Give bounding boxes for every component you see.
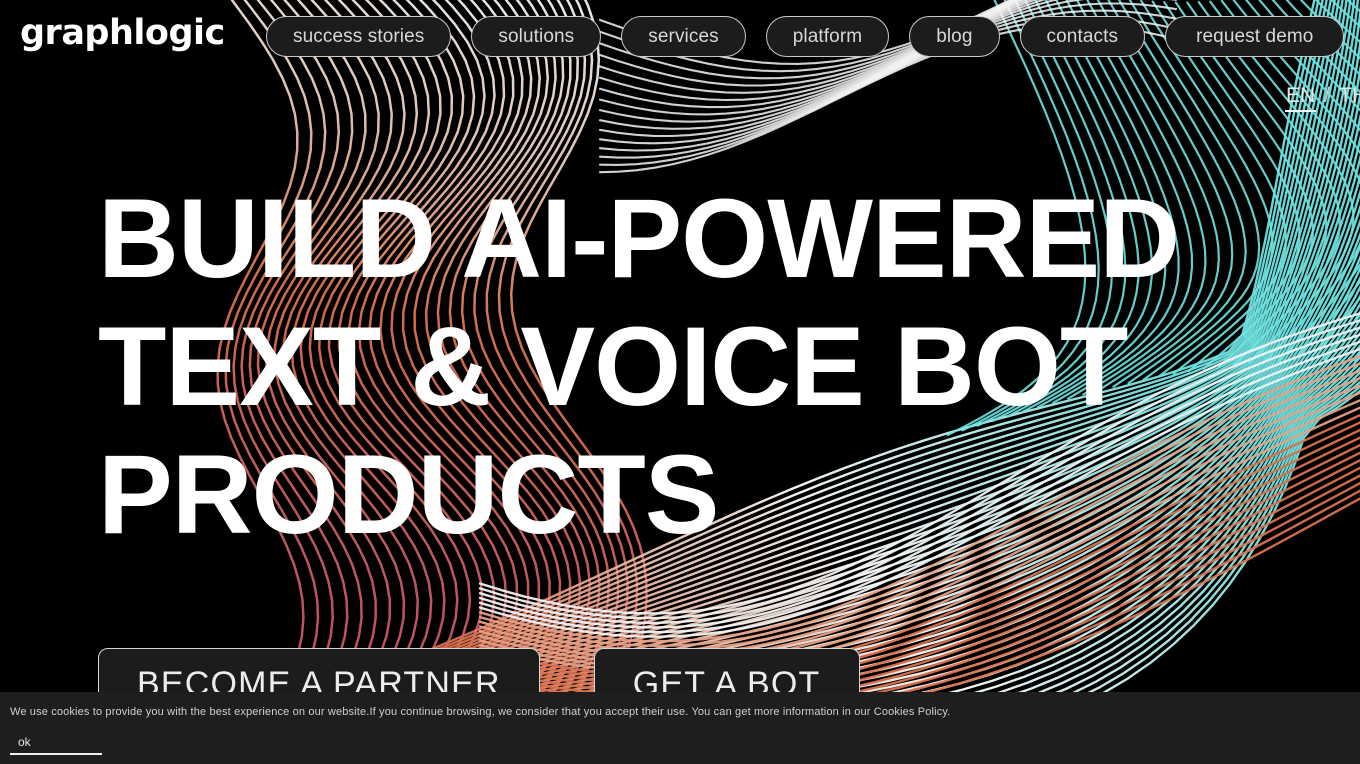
hero-title-line-3: PRODUCTS xyxy=(98,432,719,557)
cookie-accept-wrapper[interactable]: ok xyxy=(10,735,102,755)
language-separator: / xyxy=(1324,84,1330,107)
cookie-message: We use cookies to provide you with the b… xyxy=(10,706,951,718)
nav-blog[interactable]: blog xyxy=(909,16,1000,57)
nav-services[interactable]: services xyxy=(621,16,746,57)
hero-title-line-2: TEXT & VOICE BOT xyxy=(98,304,1128,429)
brand-logo[interactable]: graphlogic xyxy=(20,14,225,52)
nav-label: solutions xyxy=(498,26,575,47)
hero-title-line-1: BUILD AI-POWERED xyxy=(98,176,1180,301)
nav-label: platform xyxy=(792,26,863,47)
hero-title: BUILD AI-POWERED TEXT & VOICE BOT PRODUC… xyxy=(98,175,1278,559)
cookie-accept-underline xyxy=(10,753,102,755)
hero-section: BUILD AI-POWERED TEXT & VOICE BOT PRODUC… xyxy=(0,0,1360,764)
site-header: graphlogic success stories solutions ser… xyxy=(0,0,1360,74)
language-option-th[interactable]: TH xyxy=(1338,84,1360,108)
nav-label: request demo xyxy=(1196,26,1314,47)
nav-platform[interactable]: platform xyxy=(765,16,890,57)
nav-contacts[interactable]: contacts xyxy=(1019,16,1146,57)
nav-label: blog xyxy=(936,26,973,47)
nav-label: services xyxy=(648,26,719,47)
primary-navigation: success stories solutions services platf… xyxy=(266,16,1345,57)
cookie-consent-banner: We use cookies to provide you with the b… xyxy=(0,692,1360,764)
language-option-en[interactable]: EN xyxy=(1284,84,1317,112)
language-switcher: EN / TH xyxy=(1284,84,1360,112)
nav-request-demo[interactable]: request demo xyxy=(1165,16,1345,57)
nav-label: contacts xyxy=(1046,26,1119,47)
nav-success-stories[interactable]: success stories xyxy=(266,16,452,57)
cookie-accept-button[interactable]: ok xyxy=(10,735,102,753)
nav-label: success stories xyxy=(293,26,425,47)
page-root: graphlogic success stories solutions ser… xyxy=(0,0,1360,764)
nav-solutions[interactable]: solutions xyxy=(471,16,602,57)
